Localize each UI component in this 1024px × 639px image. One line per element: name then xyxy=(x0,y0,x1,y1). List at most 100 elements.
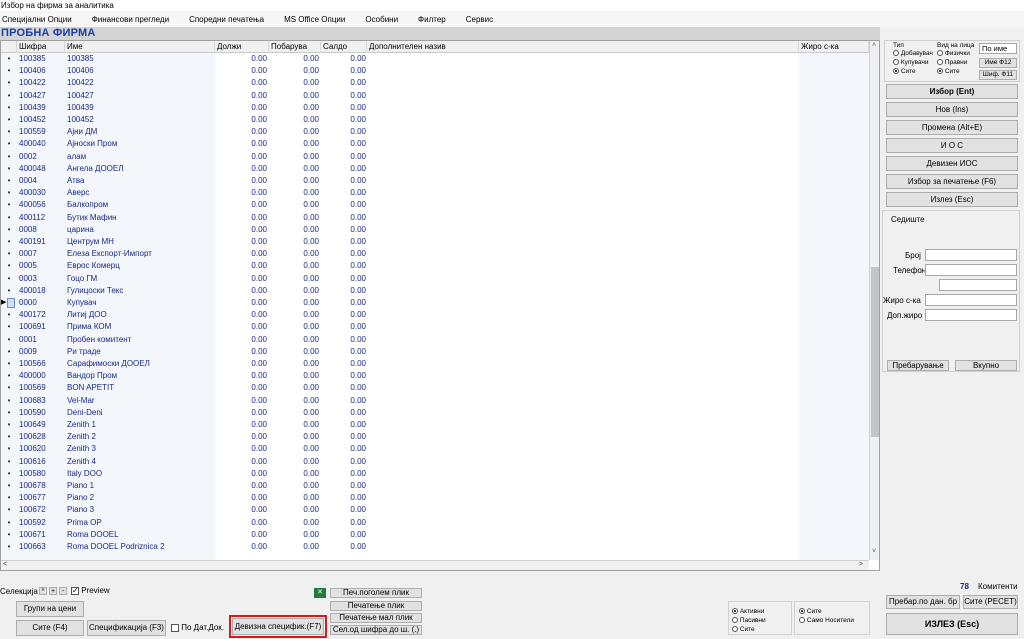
code-range-button[interactable]: Сел.од шифра до ш. (.) xyxy=(330,625,422,635)
horizontal-scrollbar[interactable]: < > xyxy=(1,560,869,570)
table-row[interactable]: • 400018 Гулицоски Текс 0.00 0.00 0.00 xyxy=(1,285,869,297)
table-row[interactable]: • 100677 Piano 2 0.00 0.00 0.00 xyxy=(1,492,869,504)
table-row[interactable]: • 400030 Аверс 0.00 0.00 0.00 xyxy=(1,187,869,199)
header-name[interactable]: Име xyxy=(65,41,215,53)
menu-item-5[interactable]: Филтер xyxy=(414,15,450,24)
extra-field[interactable] xyxy=(939,279,1017,291)
vertical-scrollbar[interactable]: ˄ ˅ xyxy=(869,41,879,560)
ios-button[interactable]: И О С xyxy=(886,138,1018,153)
table-row[interactable]: • 100672 Piano 3 0.00 0.00 0.00 xyxy=(1,504,869,516)
row-selector[interactable] xyxy=(7,298,15,308)
table-row[interactable]: • 100422 100422 0.00 0.00 0.00 xyxy=(1,77,869,89)
table-row[interactable]: • 0007 Елеза Експорт-Импорт 0.00 0.00 0.00 xyxy=(1,248,869,260)
table-row[interactable]: • 100663 Roma DOOEL Podriznica 2 0.00 0.00 0.… xyxy=(1,541,869,553)
select-for-print-button[interactable]: Избор за печатење (F6) xyxy=(886,174,1018,189)
scroll-right-icon[interactable]: > xyxy=(859,561,863,568)
excel-icon[interactable]: ✕ xyxy=(314,588,326,598)
print-large-envelope-button[interactable]: Печ.поголем плик xyxy=(330,588,422,598)
table-row[interactable]: • 100385 100385 0.00 0.00 0.00 xyxy=(1,53,869,65)
type-option-0[interactable]: Добавувач xyxy=(893,50,933,57)
table-row[interactable]: • 100649 Zenith 1 0.00 0.00 0.00 xyxy=(1,419,869,431)
code-f11-button[interactable]: Шиф. Ф11 xyxy=(979,70,1017,80)
table-row[interactable]: • 400056 Балкопром 0.00 0.00 0.00 xyxy=(1,199,869,211)
table-row[interactable]: • 0009 Ри траде 0.00 0.00 0.00 xyxy=(1,346,869,358)
phone-field[interactable] xyxy=(925,264,1017,276)
all-reset-button[interactable]: Сите (РЕСЕТ) xyxy=(963,595,1018,609)
table-row[interactable]: • 100427 100427 0.00 0.00 0.00 xyxy=(1,90,869,102)
table-row[interactable]: • 0005 Еврос Комерц 0.00 0.00 0.00 xyxy=(1,260,869,272)
menu-item-6[interactable]: Сервис xyxy=(462,15,497,24)
search-button[interactable]: Пребарување xyxy=(887,360,949,371)
scroll-thumb[interactable] xyxy=(871,267,879,437)
status-option-0[interactable]: Активни xyxy=(732,608,764,615)
table-row[interactable]: • 0004 Атва 0.00 0.00 0.00 xyxy=(1,175,869,187)
new-button[interactable]: Нов (Ins) xyxy=(886,102,1018,117)
menu-item-3[interactable]: MS Office Опции xyxy=(280,15,349,24)
by-doc-date-checkbox[interactable]: По Дат.Док. xyxy=(171,623,224,632)
scroll-up-icon[interactable]: ˄ xyxy=(872,42,876,49)
table-row[interactable]: • 0008 царина 0.00 0.00 0.00 xyxy=(1,224,869,236)
table-row[interactable]: • 0003 Гоцо ГМ 0.00 0.00 0.00 xyxy=(1,273,869,285)
carrier-option-0[interactable]: Сите xyxy=(799,608,822,615)
all-f4-button[interactable]: Сите (F4) xyxy=(16,620,84,636)
header-account[interactable]: Жиро с-ка xyxy=(799,41,869,53)
selection-all-button[interactable]: * xyxy=(39,587,47,595)
person-type-option-0[interactable]: Физички xyxy=(937,50,970,57)
table-row[interactable]: • 100559 Ајни ДМ 0.00 0.00 0.00 xyxy=(1,126,869,138)
table-row[interactable]: • 100580 Italy DOO 0.00 0.00 0.00 xyxy=(1,468,869,480)
scroll-left-icon[interactable]: < xyxy=(3,561,7,568)
table-row[interactable]: • 100566 Сарафимоски ДООЕЛ 0.00 0.00 0.00 xyxy=(1,358,869,370)
table-row[interactable]: • 0001 Пробен комитент 0.00 0.00 0.00 xyxy=(1,334,869,346)
edit-button[interactable]: Промена (Alt+E) xyxy=(886,120,1018,135)
extra-account-field[interactable] xyxy=(925,309,1017,321)
menu-item-1[interactable]: Финансови прегледи xyxy=(88,15,173,24)
menu-item-0[interactable]: Специјални Опции xyxy=(0,15,76,24)
menu-item-2[interactable]: Споредни печатења xyxy=(185,15,268,24)
exit-button[interactable]: ИЗЛЕЗ (Esc) xyxy=(886,613,1018,635)
carrier-option-1[interactable]: Само Носители xyxy=(799,617,854,624)
company-grid[interactable]: Шифра Име Должи Побарува Салдо Дополните… xyxy=(0,40,880,571)
status-option-2[interactable]: Сите xyxy=(732,626,755,633)
account-field[interactable] xyxy=(925,294,1017,306)
print-envelope-button[interactable]: Печатење плик xyxy=(330,601,422,611)
table-row[interactable]: • 400172 Литиј ДОО 0.00 0.00 0.00 xyxy=(1,309,869,321)
table-row[interactable]: • 100439 100439 0.00 0.00 0.00 xyxy=(1,102,869,114)
table-row[interactable]: • 400112 Бутик Мафин 0.00 0.00 0.00 xyxy=(1,212,869,224)
menu-item-4[interactable]: Особини xyxy=(361,15,402,24)
table-row[interactable]: • 400040 Ајноски Пром 0.00 0.00 0.00 xyxy=(1,138,869,150)
header-additional-name[interactable]: Дополнителен назив xyxy=(367,41,799,53)
specification-f3-button[interactable]: Спецификација (F3) xyxy=(87,620,166,636)
table-row[interactable]: • 100452 100452 0.00 0.00 0.00 xyxy=(1,114,869,126)
person-type-option-1[interactable]: Правни xyxy=(937,59,967,66)
name-f12-button[interactable]: Име Ф12 xyxy=(979,58,1017,68)
selection-add-button[interactable]: + xyxy=(49,587,57,595)
header-debit[interactable]: Должи xyxy=(215,41,269,53)
table-row[interactable]: • 400191 Центрум МН 0.00 0.00 0.00 xyxy=(1,236,869,248)
total-button[interactable]: Вкупно xyxy=(955,360,1017,371)
table-row[interactable]: • 400048 Ангела ДООЕЛ 0.00 0.00 0.00 xyxy=(1,163,869,175)
table-row[interactable]: • 100683 Vel-Mar 0.00 0.00 0.00 xyxy=(1,395,869,407)
table-row[interactable]: • 100590 Deni-Deni 0.00 0.00 0.00 xyxy=(1,407,869,419)
table-row[interactable]: • 400000 Вандор Пром 0.00 0.00 0.00 xyxy=(1,370,869,382)
table-row[interactable]: • 100628 Zenith 2 0.00 0.00 0.00 xyxy=(1,431,869,443)
table-row[interactable]: • 100671 Roma DOOEL 0.00 0.00 0.00 xyxy=(1,529,869,541)
table-row[interactable]: • 0002 алам 0.00 0.00 0.00 xyxy=(1,151,869,163)
header-code[interactable]: Шифра xyxy=(17,41,65,53)
table-row[interactable]: ▶ 0000 Купувач 0.00 0.00 0.00 xyxy=(1,297,869,309)
select-button[interactable]: Избор (Ent) xyxy=(886,84,1018,99)
status-option-1[interactable]: Пасивни xyxy=(732,617,766,624)
table-row[interactable]: • 100678 Piano 1 0.00 0.00 0.00 xyxy=(1,480,869,492)
scroll-down-icon[interactable]: ˅ xyxy=(872,548,876,555)
table-row[interactable]: • 100592 Prima OP 0.00 0.00 0.00 xyxy=(1,517,869,529)
search-by-tax-number-button[interactable]: Пребар.по дан. бр xyxy=(886,595,960,609)
preview-checkbox[interactable]: Preview xyxy=(71,586,110,595)
type-option-1[interactable]: Купувачи xyxy=(893,59,929,66)
fx-specification-f7-button[interactable]: Девизна специфик.(F7) xyxy=(229,615,327,638)
print-small-envelope-button[interactable]: Печатење мал плик xyxy=(330,613,422,623)
selection-remove-button[interactable]: - xyxy=(59,587,67,595)
table-row[interactable]: • 100620 Zenith 3 0.00 0.00 0.00 xyxy=(1,443,869,455)
table-row[interactable]: • 100691 Прима КОМ 0.00 0.00 0.00 xyxy=(1,321,869,333)
person-type-option-2[interactable]: Сите xyxy=(937,68,960,75)
table-row[interactable]: • 100616 Zenith 4 0.00 0.00 0.00 xyxy=(1,456,869,468)
close-button[interactable]: Излез (Esc) xyxy=(886,192,1018,207)
